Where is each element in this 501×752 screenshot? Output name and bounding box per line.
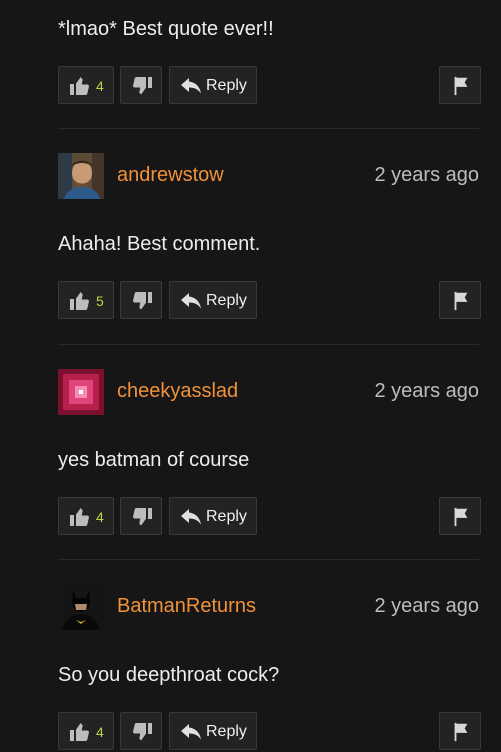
like-count: 4 [96,724,104,740]
dislike-button[interactable] [120,66,162,104]
dislike-button[interactable] [120,497,162,535]
thumbs-down-icon [130,720,154,744]
reply-button[interactable]: Reply [169,66,257,104]
divider [58,128,479,129]
username[interactable]: andrewstow [117,164,224,187]
timestamp: 2 years ago [374,380,479,402]
flag-button[interactable] [439,66,481,104]
flag-icon [450,290,472,312]
reply-arrow-icon [179,288,203,312]
comment-actions: 4 Reply [58,66,481,106]
dislike-button[interactable] [120,712,162,750]
comment-actions: 4 Reply [58,497,481,537]
like-count: 4 [96,509,104,525]
avatar[interactable] [58,153,104,199]
reply-arrow-icon [179,73,203,97]
divider [58,344,479,345]
thumbs-up-icon [68,74,92,98]
like-button[interactable]: 5 [58,281,114,319]
like-count: 4 [96,78,104,94]
flag-button[interactable] [439,497,481,535]
reply-label: Reply [206,77,247,94]
reply-button[interactable]: Reply [169,281,257,319]
comment-actions: 5 Reply [58,281,481,321]
reply-button[interactable]: Reply [169,497,257,535]
comment-header: BatmanReturns 2 years ago [58,584,479,630]
comment-text: Ahaha! Best comment. [58,233,261,255]
divider [58,559,479,560]
flag-button[interactable] [439,281,481,319]
comment-text: So you deepthroat cock? [58,664,280,686]
reply-label: Reply [206,508,247,525]
thumbs-down-icon [130,505,154,529]
dislike-button[interactable] [120,281,162,319]
comment-text: *lmao* Best quote ever!! [58,18,274,40]
comment-header: andrewstow 2 years ago [58,153,479,199]
like-count: 5 [96,293,104,309]
timestamp: 2 years ago [374,595,479,617]
flag-icon [450,75,472,97]
flag-icon [450,506,472,528]
comment-text: yes batman of course [58,449,250,471]
reply-arrow-icon [179,719,203,743]
reply-label: Reply [206,292,247,309]
thumbs-up-icon [68,505,92,529]
avatar[interactable] [58,369,104,415]
comment-actions: 4 Reply [58,712,481,752]
like-button[interactable]: 4 [58,497,114,535]
thumbs-down-icon [130,74,154,98]
like-button[interactable]: 4 [58,66,114,104]
reply-button[interactable]: Reply [169,712,257,750]
like-button[interactable]: 4 [58,712,114,750]
reply-label: Reply [206,723,247,740]
timestamp: 2 years ago [374,164,479,186]
flag-button[interactable] [439,712,481,750]
username[interactable]: BatmanReturns [117,595,256,618]
thumbs-up-icon [68,289,92,313]
thumbs-down-icon [130,289,154,313]
reply-arrow-icon [179,504,203,528]
comment-header: cheekyasslad 2 years ago [58,369,479,415]
username[interactable]: cheekyasslad [117,380,238,403]
avatar[interactable] [58,584,104,630]
thumbs-up-icon [68,720,92,744]
